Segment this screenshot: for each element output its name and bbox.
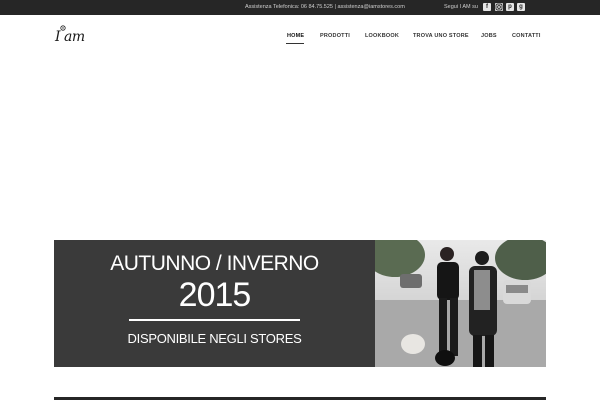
banner-season: AUTUNNO / INVERNO bbox=[110, 252, 319, 275]
active-indicator bbox=[286, 43, 304, 44]
pinterest-icon[interactable]: p bbox=[506, 3, 514, 11]
top-bar: Assistenza Telefonica: 06 84.75.525 | as… bbox=[0, 0, 600, 15]
banner-divider bbox=[129, 319, 300, 321]
nav-item-home[interactable]: HOME bbox=[287, 33, 304, 39]
nav-item-prodotti[interactable]: PRODOTTI bbox=[320, 33, 350, 39]
banner-year: 2015 bbox=[178, 276, 252, 314]
nav-item-lookbook[interactable]: LOOKBOOK bbox=[365, 33, 399, 39]
nav-item-contatti[interactable]: CONTATTI bbox=[512, 33, 541, 39]
follow-label: Segui I AM su bbox=[444, 4, 478, 10]
banner-photo bbox=[375, 240, 546, 367]
instagram-icon[interactable] bbox=[495, 3, 503, 11]
contact-info: Assistenza Telefonica: 06 84.75.525 | as… bbox=[245, 4, 405, 10]
nav-item-trova-uno-store[interactable]: TROVA UNO STORE bbox=[413, 33, 469, 39]
google-plus-icon[interactable]: g bbox=[517, 3, 525, 11]
facebook-icon[interactable]: f bbox=[483, 3, 491, 11]
banner-text-area: AUTUNNO / INVERNO 2015 DISPONIBILE NEGLI… bbox=[54, 240, 375, 367]
main-nav: HOME PRODOTTI LOOKBOOK TROVA UNO STORE J… bbox=[0, 33, 600, 45]
banner-tagline: DISPONIBILE NEGLI STORES bbox=[127, 331, 302, 346]
nav-item-jobs[interactable]: JOBS bbox=[481, 33, 497, 39]
